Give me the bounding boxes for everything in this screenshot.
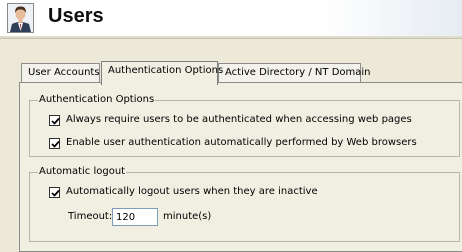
authentication-options-group: Authentication Options Always require us…: [29, 94, 460, 157]
tab-authentication-options[interactable]: Authentication Options: [101, 61, 223, 85]
page-title: Users: [48, 5, 104, 27]
timeout-input[interactable]: [112, 208, 158, 226]
automatic-logout-group: Automatic logout Automatically logout us…: [29, 166, 460, 242]
header-divider: [0, 36, 462, 39]
require-auth-label: Always require users to be authenticated…: [66, 114, 412, 125]
auto-logout-label: Automatically logout users when they are…: [66, 186, 318, 197]
page-header: Users: [0, 0, 462, 36]
checkmark-icon: [51, 140, 60, 148]
checkmark-icon: [51, 117, 60, 125]
group-legend: Automatic logout: [38, 166, 127, 177]
browser-auth-checkbox[interactable]: [49, 138, 60, 149]
tab-panel: Authentication Options Always require us…: [19, 82, 462, 252]
tab-active-directory[interactable]: Active Directory / NT Domain: [218, 63, 371, 82]
browser-auth-label: Enable user authentication automatically…: [66, 137, 417, 148]
tab-user-accounts[interactable]: User Accounts: [21, 63, 100, 82]
checkmark-icon: [51, 189, 60, 197]
require-auth-checkbox[interactable]: [49, 115, 60, 126]
auto-logout-checkbox[interactable]: [49, 187, 60, 198]
user-avatar-icon: [7, 3, 34, 33]
timeout-label: Timeout:: [68, 211, 113, 222]
group-legend: Authentication Options: [38, 94, 156, 105]
timeout-unit-label: minute(s): [163, 211, 212, 222]
